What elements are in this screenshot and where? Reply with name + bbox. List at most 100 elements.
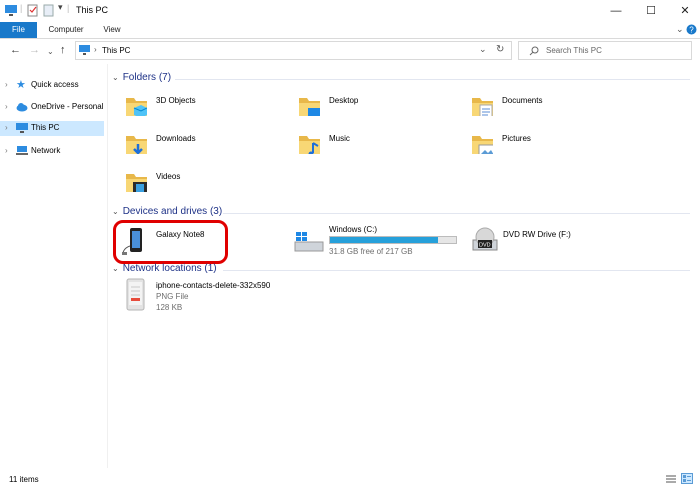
sidebar-item-label: This PC xyxy=(31,123,60,132)
drive-dvd-f[interactable]: DVD DVD RW Drive (F:) xyxy=(469,222,619,258)
address-dropdown-icon[interactable]: ⌄ xyxy=(479,44,487,55)
qa-dropdown-icon[interactable]: ▾ xyxy=(58,2,63,13)
file-size: 128 KB xyxy=(156,303,183,312)
phone-icon xyxy=(122,228,142,255)
search-placeholder: Search This PC xyxy=(546,46,602,55)
sidebar-item-network[interactable]: › Network xyxy=(0,144,104,159)
network-icon xyxy=(16,146,28,155)
divider xyxy=(175,79,690,80)
group-header-devices[interactable]: ⌄ Devices and drives (3) xyxy=(112,206,222,217)
title-bar: | ▾ | This PC — ☐ ✕ xyxy=(0,0,700,22)
cloud-icon xyxy=(16,103,28,112)
group-header-network[interactable]: ⌄ Network locations (1) xyxy=(112,263,217,274)
drive-free-text: 31.8 GB free of 217 GB xyxy=(329,247,413,256)
chevron-right-icon[interactable]: › xyxy=(5,80,8,89)
group-title: Network locations (1) xyxy=(122,263,217,274)
divider xyxy=(223,213,690,214)
videos-folder-icon xyxy=(126,174,147,192)
window-title: This PC xyxy=(76,5,109,15)
svg-text:DVD: DVD xyxy=(479,243,491,249)
windows-drive-icon xyxy=(294,232,324,252)
computer-icon xyxy=(16,123,28,133)
pictures-folder-icon xyxy=(472,136,493,154)
ribbon-tabs: File Computer View ⌄ ? xyxy=(0,22,700,39)
separator: | xyxy=(20,3,23,13)
3d-objects-folder-icon xyxy=(126,98,147,116)
group-title: Devices and drives (3) xyxy=(122,206,223,217)
tile-label: Galaxy Note8 xyxy=(156,230,205,239)
divider xyxy=(223,270,690,271)
folder-videos[interactable]: Videos xyxy=(125,168,285,204)
sidebar-item-this-pc[interactable]: › This PC xyxy=(0,121,104,136)
sidebar-item-label: OneDrive - Personal xyxy=(31,102,104,111)
drive-usage-fill xyxy=(330,237,438,243)
folder-music[interactable]: Music xyxy=(298,130,458,166)
back-arrow-icon[interactable]: ← xyxy=(10,44,21,56)
item-count: 11 items xyxy=(9,475,39,484)
group-header-folders[interactable]: ⌄ Folders (7) xyxy=(112,72,171,83)
file-type: PNG File xyxy=(156,292,189,301)
chevron-down-icon[interactable]: ⌄ xyxy=(112,264,119,273)
navigation-pane: › ★ Quick access › OneDrive - Personal ›… xyxy=(0,64,108,468)
computer-icon xyxy=(79,45,90,55)
details-view-icon[interactable] xyxy=(665,474,677,484)
status-bar xyxy=(0,468,700,488)
chevron-right-icon[interactable]: › xyxy=(5,123,8,132)
sidebar-item-label: Quick access xyxy=(31,80,79,89)
tile-label: Videos xyxy=(156,172,181,181)
close-button[interactable]: ✕ xyxy=(668,0,700,22)
sidebar-item-label: Network xyxy=(31,146,61,155)
chevron-right-icon[interactable]: › xyxy=(5,146,8,155)
tile-label: DVD RW Drive (F:) xyxy=(503,230,571,239)
folder-3d-objects[interactable]: 3D Objects xyxy=(125,92,285,128)
downloads-folder-icon xyxy=(126,136,147,154)
tile-label: Downloads xyxy=(156,134,196,143)
forward-arrow-icon[interactable]: → xyxy=(29,44,40,56)
refresh-icon[interactable]: ↻ xyxy=(496,44,504,55)
image-file-icon xyxy=(126,278,145,311)
drive-usage-bar xyxy=(329,236,457,244)
new-folder-icon[interactable] xyxy=(43,4,55,17)
tile-label: Desktop xyxy=(329,96,359,105)
computer-icon xyxy=(5,5,17,16)
tile-label: Windows (C:) xyxy=(329,225,378,234)
recent-locations-icon[interactable]: ⌄ xyxy=(47,47,54,56)
breadcrumb-this-pc[interactable]: This PC xyxy=(102,46,130,55)
maximize-button[interactable]: ☐ xyxy=(634,0,668,22)
file-iphone-contacts[interactable]: iphone-contacts-delete-332x590 PNG File … xyxy=(125,278,305,314)
desktop-folder-icon xyxy=(299,98,320,116)
group-title: Folders (7) xyxy=(122,72,172,83)
tile-label: Pictures xyxy=(502,134,531,143)
chevron-down-icon[interactable]: ⌄ xyxy=(112,73,119,82)
chevron-down-icon[interactable]: ⌄ xyxy=(112,207,119,216)
minimize-button[interactable]: — xyxy=(599,0,633,22)
folder-documents[interactable]: Documents xyxy=(471,92,631,128)
sidebar-item-quick-access[interactable]: › ★ Quick access xyxy=(0,78,104,93)
drive-windows-c[interactable]: Windows (C:) 31.8 GB free of 217 GB xyxy=(294,222,464,258)
folder-pictures[interactable]: Pictures xyxy=(471,130,631,166)
tile-label: Music xyxy=(329,134,350,143)
device-galaxy-note8[interactable]: Galaxy Note8 xyxy=(113,220,228,264)
address-bar[interactable]: › This PC ⌄ ↻ xyxy=(75,41,512,60)
tab-view[interactable]: View xyxy=(96,22,128,38)
search-icon xyxy=(529,46,539,56)
sidebar-item-onedrive[interactable]: › OneDrive - Personal xyxy=(0,100,104,115)
documents-folder-icon xyxy=(472,98,493,116)
chevron-right-icon[interactable]: › xyxy=(5,102,8,111)
tab-computer[interactable]: Computer xyxy=(44,22,88,38)
dvd-drive-icon: DVD xyxy=(472,227,498,251)
tiles-view-icon[interactable] xyxy=(681,473,693,484)
star-icon: ★ xyxy=(16,79,26,91)
svg-text:?: ? xyxy=(689,26,694,35)
up-arrow-icon[interactable]: ↑ xyxy=(60,44,66,56)
separator: | xyxy=(67,3,70,13)
properties-icon[interactable] xyxy=(27,4,39,17)
folder-desktop[interactable]: Desktop xyxy=(298,92,458,128)
folder-downloads[interactable]: Downloads xyxy=(125,130,285,166)
tab-file[interactable]: File xyxy=(0,22,37,38)
breadcrumb-separator-icon[interactable]: › xyxy=(94,45,97,54)
help-icon[interactable]: ? xyxy=(686,24,697,35)
tile-label: iphone-contacts-delete-332x590 xyxy=(156,281,271,290)
search-input[interactable]: Search This PC xyxy=(518,41,692,60)
chevron-down-icon[interactable]: ⌄ xyxy=(676,24,684,35)
